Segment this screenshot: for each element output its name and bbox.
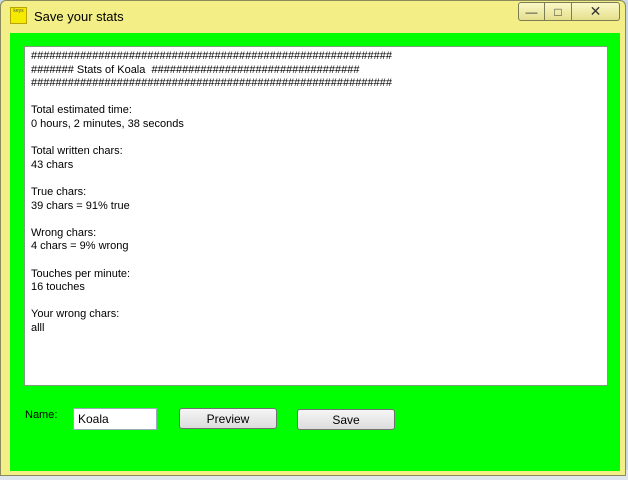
maximize-icon: □ [554,4,562,19]
stats-line: 16 touches [31,281,85,294]
stats-line: True chars: [31,185,87,198]
stats-line [31,295,607,309]
stats-line: ####### Stats of Koala #################… [31,63,360,76]
stats-line: Your wrong chars: [31,308,120,321]
stats-line: 4 chars = 9% wrong [31,240,129,253]
preview-button[interactable]: Preview [179,408,277,429]
app-logo-text: keys [13,8,24,14]
stats-line: 0 hours, 2 minutes, 38 seconds [31,117,184,130]
name-label: Name: [25,409,58,421]
stats-line [31,132,607,146]
stats-line: ########################################… [31,50,392,62]
minimize-icon: — [525,4,538,19]
stats-text-area[interactable]: ########################################… [24,46,608,386]
minimize-button[interactable]: — [518,2,545,21]
stats-line: Wrong chars: [31,226,97,239]
title-bar[interactable]: keys Save your stats — □ ✕ [1,1,625,33]
stats-line: alll [31,321,45,334]
stats-line [31,91,607,105]
app-logo-icon: keys [10,7,27,24]
stats-line [31,254,607,268]
save-stats-window: keys Save your stats — □ ✕ #############… [0,0,626,476]
stats-line: 43 chars [31,158,74,171]
close-icon: ✕ [589,3,602,19]
stats-line [31,213,607,227]
stats-line: Touches per minute: [31,267,131,280]
stats-line [31,172,607,186]
maximize-button[interactable]: □ [545,2,572,21]
stats-line: Total written chars: [31,145,123,158]
window-title: Save your stats [34,9,124,24]
stats-line: ########################################… [31,77,392,90]
stats-line: 39 chars = 91% true [31,199,130,212]
save-button[interactable]: Save [297,409,395,430]
window-controls: — □ ✕ [518,2,620,22]
client-area: ########################################… [10,33,620,471]
close-button[interactable]: ✕ [572,2,620,21]
name-input[interactable] [73,408,157,430]
stats-line: Total estimated time: [31,104,132,117]
